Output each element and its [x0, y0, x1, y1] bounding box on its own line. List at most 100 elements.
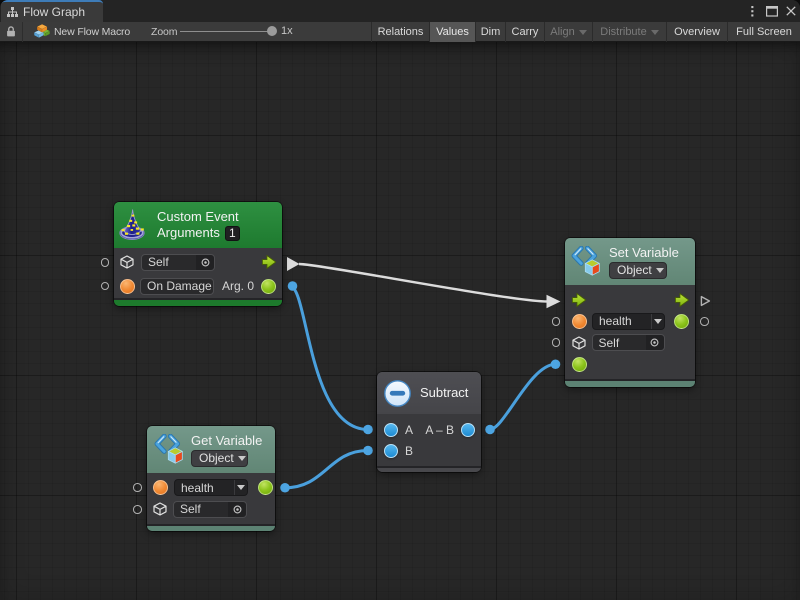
variable-name-dropdown[interactable]: health: [592, 313, 665, 330]
object-picker-icon[interactable]: [228, 502, 246, 517]
variable-kind-value: Object: [610, 263, 656, 277]
value-input-port[interactable]: [572, 357, 587, 372]
node-footer: [565, 379, 695, 387]
tab-flow-graph[interactable]: Flow Graph: [1, 0, 103, 22]
arg0-output-port[interactable]: [261, 279, 276, 294]
exec-output-port[interactable]: [675, 293, 689, 307]
self-target-field[interactable]: Self: [592, 334, 665, 351]
node-title: Get Variable: [191, 433, 262, 449]
node-titles: Set Variable Object: [609, 245, 679, 279]
event-name-port[interactable]: [120, 279, 135, 294]
variable-name-dropdown[interactable]: health: [174, 479, 248, 496]
window-controls: [743, 0, 800, 22]
port-row-a: A A – B: [377, 419, 481, 440]
self-target-value: Self: [174, 502, 228, 516]
full-screen-button[interactable]: Full Screen: [727, 22, 800, 42]
values-button[interactable]: Values: [429, 22, 475, 42]
node-footer: [377, 466, 481, 472]
get-variable-header: Get Variable Object: [147, 426, 275, 473]
output-label: A – B: [425, 423, 454, 437]
unconnected-exec-triangle: [700, 295, 711, 307]
unconnected-port-ring: [133, 483, 142, 492]
button-label: Overview: [674, 26, 720, 38]
node-body: Self On Damage Arg. 0: [114, 248, 282, 298]
variable-name-port[interactable]: [153, 480, 168, 495]
event-name-value: On Damage: [141, 279, 213, 293]
zoom-value: 1x: [281, 25, 293, 37]
node-title: Set Variable: [609, 245, 679, 261]
macro-selector[interactable]: New Flow Macro: [34, 24, 130, 39]
dim-button[interactable]: Dim: [475, 22, 505, 42]
node-body: A A – B B: [377, 414, 481, 466]
maximize-button[interactable]: [762, 0, 781, 22]
target-picker-glyph: [650, 338, 659, 347]
unconnected-port-ring: [552, 317, 561, 326]
relations-button[interactable]: Relations: [371, 22, 429, 42]
button-label: Align: [550, 26, 574, 38]
zoom-slider-handle[interactable]: [267, 26, 277, 36]
flow-graph-icon: [7, 7, 18, 18]
exec-input-port[interactable]: [572, 293, 586, 307]
subtract-header: Subtract: [377, 372, 481, 414]
variable-kind-dropdown[interactable]: Object: [609, 262, 667, 279]
zoom-slider[interactable]: [180, 22, 272, 42]
align-button[interactable]: Align: [544, 22, 592, 42]
chevron-down-icon: [651, 30, 659, 35]
button-label: Full Screen: [736, 26, 792, 38]
variable-name-value: health: [175, 481, 234, 495]
value-output-port[interactable]: [258, 480, 273, 495]
port-row-name: health: [147, 477, 275, 499]
node-title: Custom Event: [157, 209, 240, 225]
node-subtract[interactable]: Subtract A A – B B: [377, 372, 481, 472]
port-row-name: health: [565, 311, 695, 333]
port-row-self: Self: [565, 332, 695, 354]
port-row-input: [565, 354, 695, 376]
output-port[interactable]: [461, 423, 475, 437]
event-name-field[interactable]: On Damage: [140, 278, 214, 295]
chevron-down-icon: [579, 30, 587, 35]
variable-kind-dropdown[interactable]: Object: [191, 450, 248, 467]
button-label: Values: [436, 26, 469, 38]
self-target-field[interactable]: Self: [173, 501, 247, 518]
port-row-self: Self: [114, 250, 282, 274]
carry-button[interactable]: Carry: [505, 22, 544, 42]
button-label: Relations: [378, 26, 424, 38]
object-picker-icon[interactable]: [646, 335, 664, 350]
node-set-variable[interactable]: Set Variable Object health: [565, 238, 695, 387]
lock-button[interactable]: [0, 22, 23, 42]
window-menu-button[interactable]: [743, 0, 762, 22]
flow-graph-window: Flow Graph: [0, 0, 800, 600]
node-titles: Subtract: [420, 385, 468, 401]
variable-name-port[interactable]: [572, 314, 587, 329]
input-b-label: B: [405, 444, 413, 458]
input-a-port[interactable]: [384, 423, 398, 437]
button-label: Dim: [481, 26, 501, 38]
distribute-button[interactable]: Distribute: [592, 22, 666, 42]
port-row-self: Self: [147, 499, 275, 521]
arguments-label: Arguments: [157, 225, 220, 241]
close-button[interactable]: [781, 0, 800, 22]
node-custom-event[interactable]: Custom Event Arguments 1 Self: [114, 202, 282, 306]
self-target-field[interactable]: Self: [141, 254, 215, 271]
zoom-label: Zoom: [151, 26, 177, 38]
arguments-count[interactable]: 1: [225, 226, 240, 241]
node-body: health Self: [147, 473, 275, 524]
titlebar: Flow Graph: [0, 0, 800, 22]
close-icon: [786, 6, 796, 16]
flow-macro-icon: [34, 24, 50, 39]
node-get-variable[interactable]: Get Variable Object health Se: [147, 426, 275, 531]
self-target-value: Self: [593, 336, 646, 350]
object-picker-icon[interactable]: [196, 255, 214, 270]
exec-output-port[interactable]: [262, 255, 276, 269]
dropdown-arrow-icon: [651, 314, 664, 329]
variable-icon: [571, 246, 601, 278]
value-output-port[interactable]: [674, 314, 689, 329]
gameobject-cube-icon: [120, 255, 134, 269]
target-picker-glyph: [201, 258, 210, 267]
tab-title: Flow Graph: [23, 5, 85, 19]
kebab-menu-icon: [751, 6, 754, 17]
button-label: Carry: [512, 26, 539, 38]
input-b-port[interactable]: [384, 444, 398, 458]
button-label: Distribute: [600, 26, 646, 38]
overview-button[interactable]: Overview: [666, 22, 727, 42]
